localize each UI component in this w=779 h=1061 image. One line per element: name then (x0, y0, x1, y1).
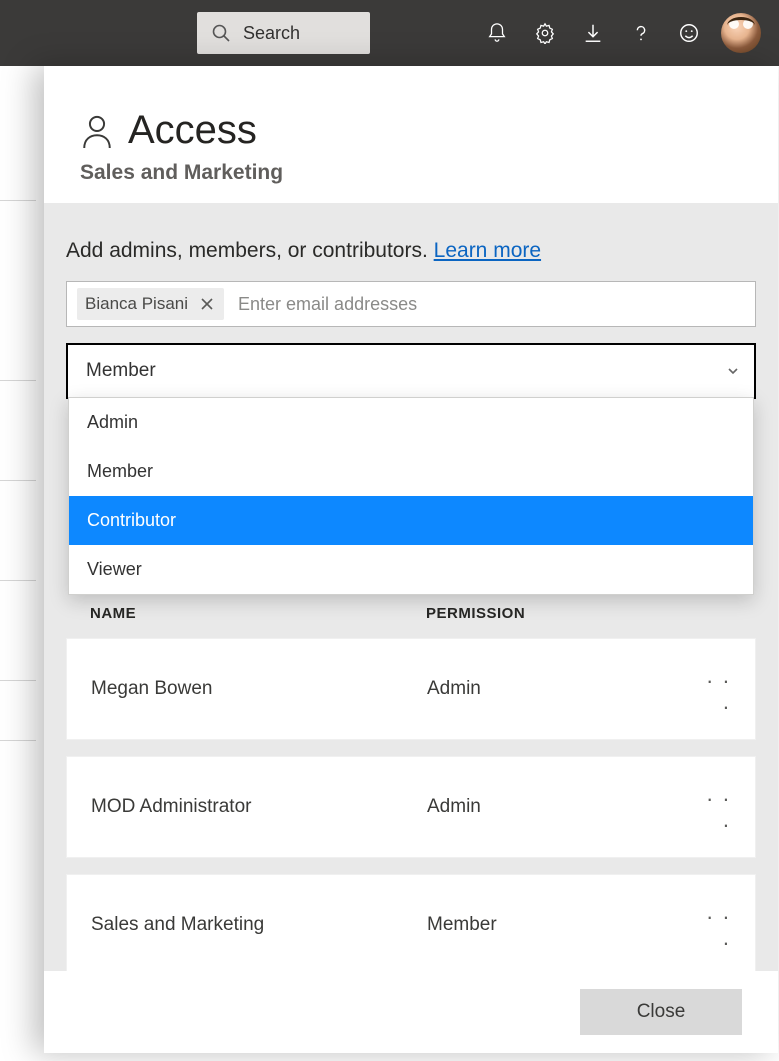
cell-name: Sales and Marketing (91, 914, 427, 936)
search-input[interactable] (243, 23, 356, 44)
members-table: NAME PERMISSION Megan Bowen Admin . . . … (66, 605, 756, 971)
role-option-member[interactable]: Member (69, 447, 753, 496)
role-option-viewer[interactable]: Viewer (69, 545, 753, 594)
role-selected-label: Member (86, 360, 156, 382)
topbar (0, 0, 779, 66)
email-input[interactable] (234, 288, 745, 321)
table-header: NAME PERMISSION (66, 605, 756, 638)
table-row: Sales and Marketing Member . . . (66, 874, 756, 971)
download-icon[interactable] (569, 9, 617, 57)
instruction-label: Add admins, members, or contributors. (66, 239, 428, 262)
panel-header: Access Sales and Marketing (44, 66, 778, 203)
cell-name: MOD Administrator (91, 796, 427, 818)
row-more-button[interactable]: . . . (691, 781, 731, 833)
panel-subtitle: Sales and Marketing (80, 161, 742, 185)
underlay-line (0, 200, 36, 201)
role-option-admin[interactable]: Admin (69, 398, 753, 447)
remove-chip-icon[interactable] (198, 295, 216, 313)
panel-body: Add admins, members, or contributors. Le… (44, 203, 778, 971)
help-icon[interactable] (617, 9, 665, 57)
cell-permission: Admin (427, 678, 691, 700)
chevron-down-icon (726, 364, 740, 378)
learn-more-link[interactable]: Learn more (434, 239, 541, 262)
settings-icon[interactable] (521, 9, 569, 57)
topbar-icons (384, 9, 761, 57)
panel-title: Access (128, 108, 257, 153)
role-option-contributor[interactable]: Contributor (69, 496, 753, 545)
panel-footer: Close (44, 971, 778, 1053)
underlay-line (0, 380, 36, 381)
email-field[interactable]: Bianca Pisani (66, 281, 756, 327)
person-icon (80, 112, 114, 150)
search-box[interactable] (197, 12, 370, 54)
table-row: Megan Bowen Admin . . . (66, 638, 756, 740)
user-chip: Bianca Pisani (77, 288, 224, 320)
row-more-button[interactable]: . . . (691, 899, 731, 951)
search-icon (211, 23, 231, 43)
feedback-icon[interactable] (665, 9, 713, 57)
role-dropdown: Admin Member Contributor Viewer (68, 397, 754, 595)
role-select[interactable]: Member Admin Member Contributor Viewer (66, 343, 756, 399)
chip-label: Bianca Pisani (85, 294, 188, 314)
underlay-line (0, 680, 36, 681)
header-name: NAME (90, 605, 426, 622)
header-permission: PERMISSION (426, 605, 732, 622)
cell-permission: Member (427, 914, 691, 936)
cell-permission: Admin (427, 796, 691, 818)
access-panel: Access Sales and Marketing Add admins, m… (44, 66, 778, 1053)
underlay-line (0, 740, 36, 741)
underlay-line (0, 580, 36, 581)
row-more-button[interactable]: . . . (691, 663, 731, 715)
instruction-text: Add admins, members, or contributors. Le… (66, 239, 756, 263)
underlay-line (0, 480, 36, 481)
cell-name: Megan Bowen (91, 678, 427, 700)
avatar[interactable] (721, 13, 761, 53)
table-row: MOD Administrator Admin . . . (66, 756, 756, 858)
close-button[interactable]: Close (580, 989, 742, 1035)
notifications-icon[interactable] (473, 9, 521, 57)
